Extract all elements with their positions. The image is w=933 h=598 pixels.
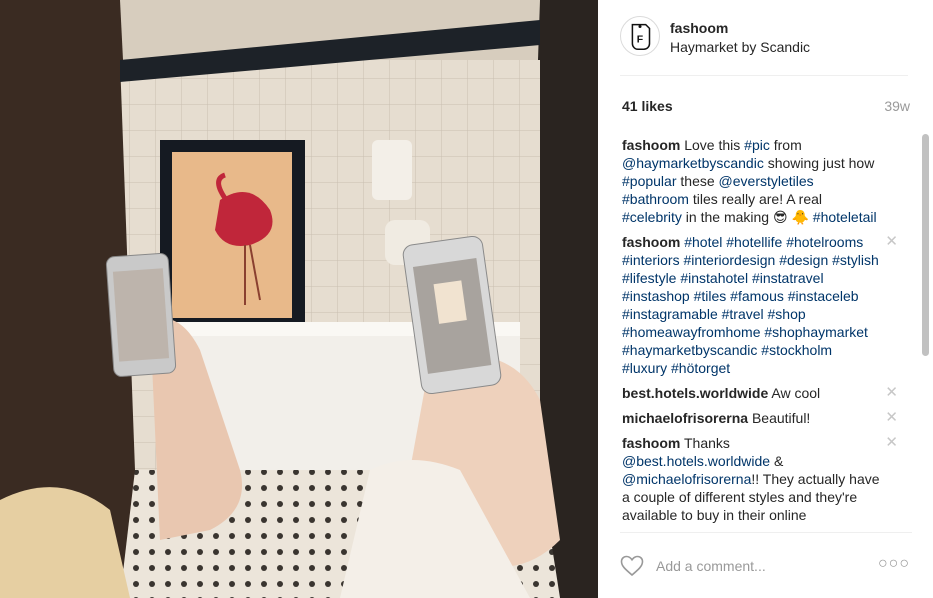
comment-username-link[interactable]: michaelofrisorerna	[622, 410, 748, 426]
comment-text: from	[769, 137, 802, 153]
likes-row: 41 likes 39w	[620, 98, 910, 118]
heart-icon[interactable]	[620, 555, 644, 577]
comment-tag-link[interactable]: #hotel #hotellife #hotelrooms #interiors…	[622, 234, 879, 376]
comment-text: Love this	[680, 137, 745, 153]
comment-username-link[interactable]: fashoom	[622, 234, 680, 250]
comment-text: in the making 😎 🐥	[681, 209, 813, 225]
comment-composer: ○○○	[620, 532, 912, 598]
owner-username-link[interactable]: fashoom	[670, 20, 728, 36]
comment-text: these	[676, 173, 719, 189]
svg-text:F: F	[637, 35, 643, 46]
comment-tag-link[interactable]: #celebrity	[622, 209, 682, 225]
comment-input[interactable]	[656, 555, 856, 577]
comment-text: &	[770, 453, 784, 469]
close-icon[interactable]: ✕	[885, 435, 898, 451]
close-icon[interactable]: ✕	[885, 385, 898, 401]
bathroom-photo-image	[0, 0, 598, 598]
close-icon[interactable]: ✕	[885, 410, 898, 426]
comments-scrollbar[interactable]	[920, 130, 931, 530]
comment-item: best.hotels.worldwide Aw cool ✕	[622, 384, 900, 402]
close-icon[interactable]: ✕	[885, 234, 898, 250]
comments-list: fashoom Love this #pic from @haymarketby…	[622, 136, 900, 530]
comment-tag-link[interactable]: #hoteletail	[813, 209, 877, 225]
comment-item: michaelofrisorerna Beautiful! ✕	[622, 409, 900, 427]
scrollbar-thumb[interactable]	[922, 134, 929, 356]
comment-text: Beautiful!	[748, 410, 811, 426]
post-age[interactable]: 39w	[884, 98, 910, 114]
comment-username-link[interactable]: fashoom	[622, 137, 680, 153]
comment-tag-link[interactable]: @haymarketbyscandic	[622, 155, 764, 171]
comment-item: fashoom #hotel #hotellife #hotelrooms #i…	[622, 233, 900, 377]
comment-tag-link[interactable]: #bathroom	[622, 191, 689, 207]
comment-tag-link[interactable]: @best.hotels.worldwide	[622, 453, 770, 469]
more-options-icon[interactable]: ○○○	[878, 555, 910, 573]
likes-count[interactable]: 41 likes	[622, 98, 673, 114]
comment-item: fashoom Love this #pic from @haymarketby…	[622, 136, 900, 226]
comment-item: fashoom Thanks @best.hotels.worldwide & …	[622, 434, 900, 524]
comment-text: tiles really are! A real	[688, 191, 822, 207]
comment-tag-link[interactable]: @everstyletiles	[719, 173, 814, 189]
fashoom-logo-icon: F	[631, 23, 651, 51]
avatar[interactable]: F	[620, 16, 660, 56]
comment-text: Thanks	[680, 435, 730, 451]
location-link[interactable]: Haymarket by Scandic	[670, 39, 810, 55]
comment-username-link[interactable]: fashoom	[622, 435, 680, 451]
comment-tag-link[interactable]: #pic	[744, 137, 770, 153]
post-photo[interactable]	[0, 0, 598, 598]
post-details-panel: F fashoom Haymarket by Scandic 41 likes …	[598, 0, 933, 598]
comment-username-link[interactable]: best.hotels.worldwide	[622, 385, 768, 401]
comment-text: showing just how	[763, 155, 875, 171]
comment-tag-link[interactable]: @michaelofrisorerna	[622, 471, 751, 487]
comment-text: Aw cool	[768, 385, 821, 401]
post-header: F fashoom Haymarket by Scandic	[620, 14, 908, 76]
comment-tag-link[interactable]: #popular	[622, 173, 677, 189]
